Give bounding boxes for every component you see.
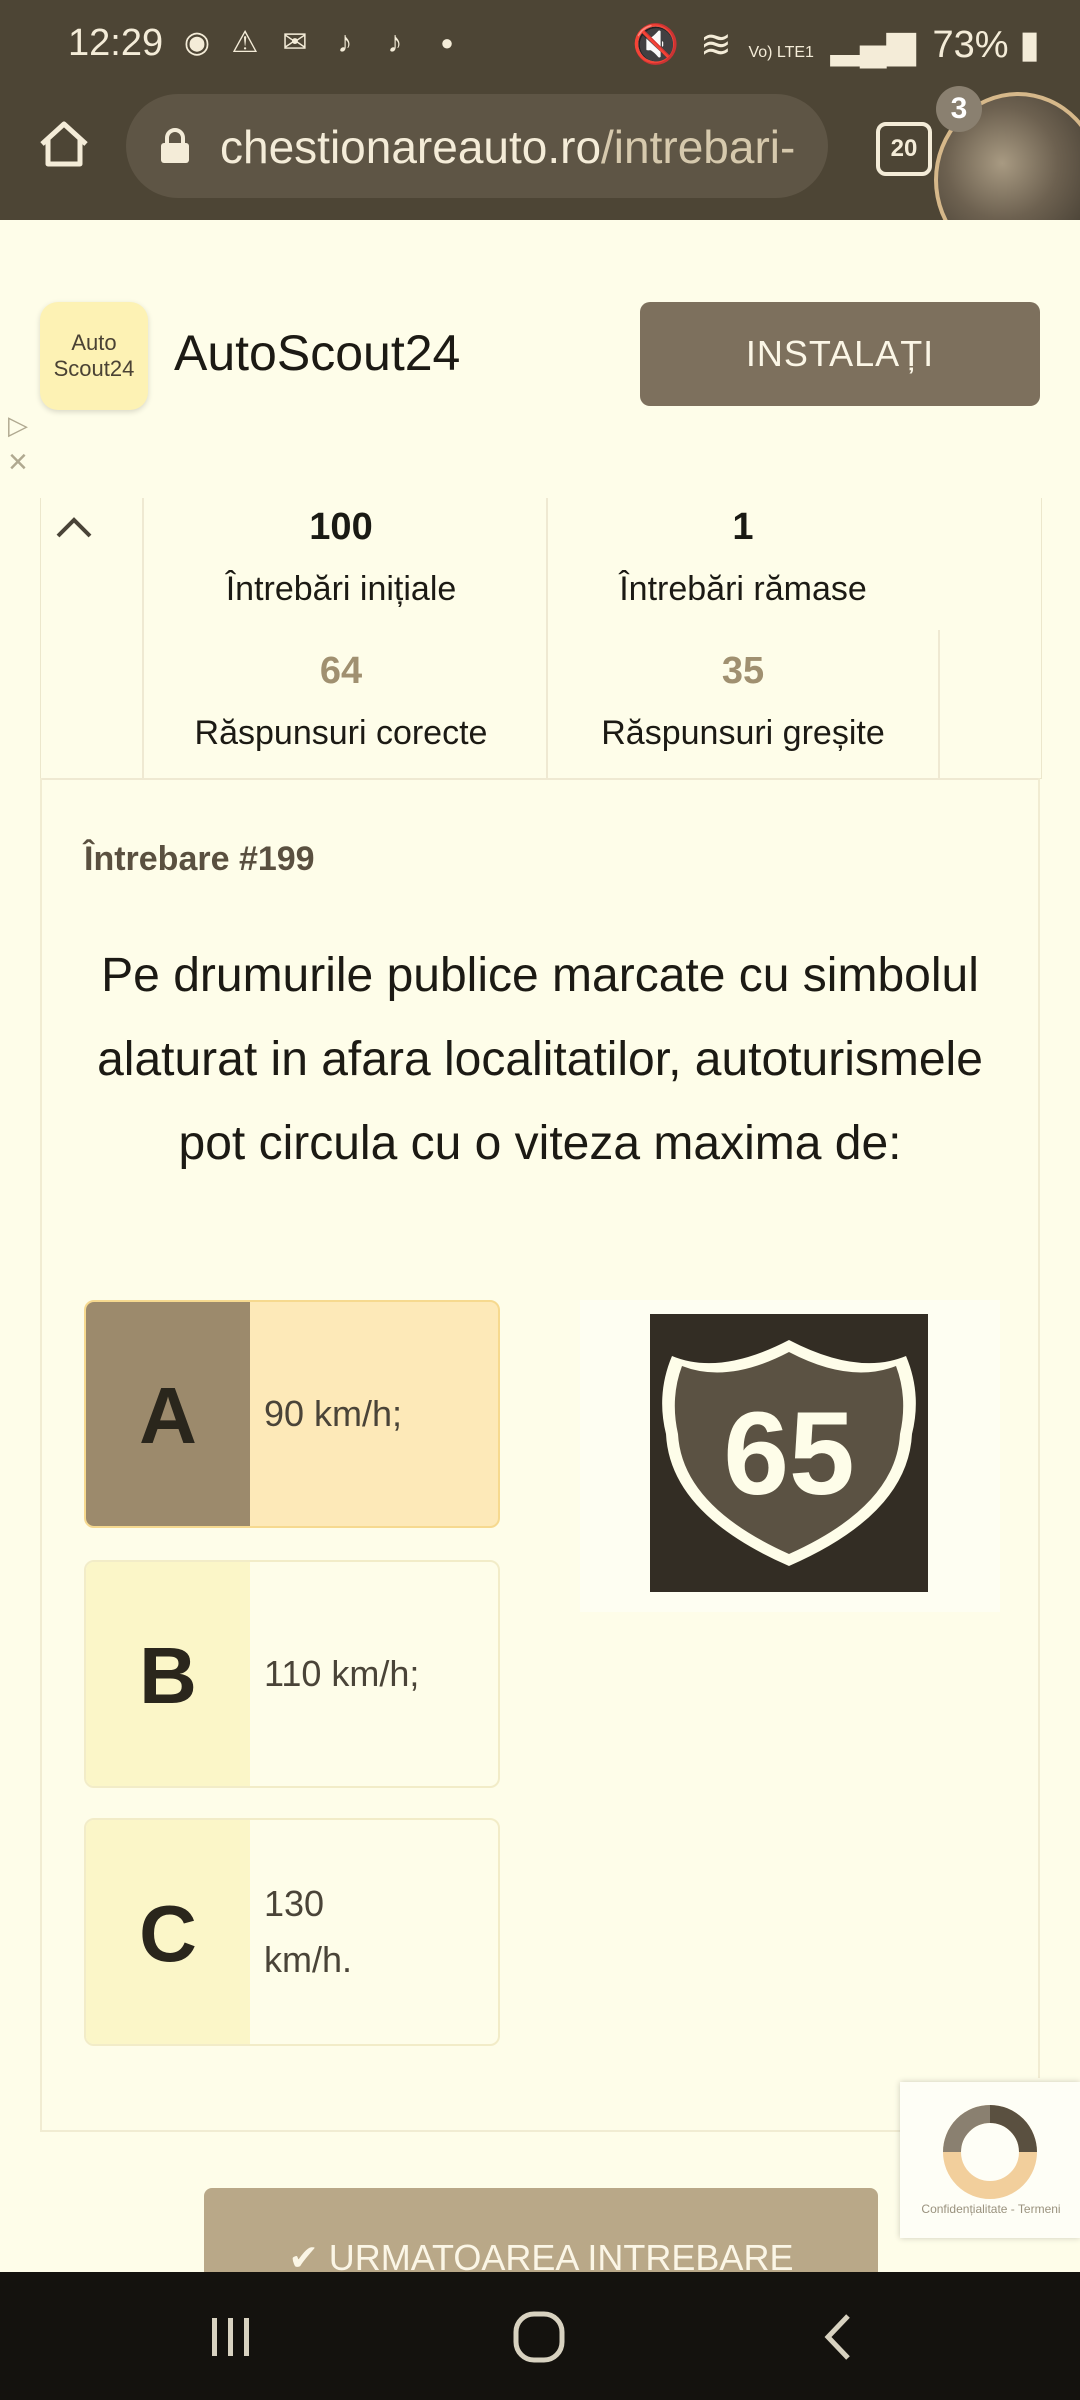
route-sign-image: 65: [650, 1314, 928, 1592]
answer-option-c[interactable]: C 130 km/h.: [84, 1818, 500, 2046]
answer-option-b[interactable]: B 110 km/h;: [84, 1560, 500, 1788]
stats-divider: [938, 630, 940, 778]
stats-divider: [142, 498, 144, 778]
status-time: 12:29: [68, 22, 164, 64]
ad-title[interactable]: AutoScout24: [174, 324, 460, 382]
answer-text: 130 km/h.: [264, 1883, 353, 1980]
answer-option-a[interactable]: A 90 km/h;: [84, 1300, 500, 1528]
question-text: Pe drumurile publice marcate cu simbolul…: [97, 949, 983, 1170]
mute-icon: 🔇: [632, 24, 680, 66]
remaining-questions-value: 1: [732, 506, 754, 548]
shield-icon: 65: [662, 1340, 916, 1566]
home-icon[interactable]: [38, 118, 90, 170]
warning-icon: ⚠: [231, 26, 259, 59]
url-path: /intrebari-: [601, 121, 796, 173]
answer-letter: A: [86, 1302, 250, 1526]
divider: [40, 2130, 1040, 2132]
tab-switcher-button[interactable]: 20: [876, 122, 932, 176]
divider: [40, 778, 1040, 780]
initial-questions-label: Întrebări inițiale: [225, 570, 457, 608]
lock-icon: [161, 128, 189, 163]
sign-number: 65: [723, 1388, 854, 1520]
card-border-left: [40, 778, 42, 2132]
card-border-right: [1038, 778, 1040, 2078]
recorder-icon: ◉: [183, 26, 211, 59]
network-label: Vo) LTE1: [748, 44, 814, 61]
chevron-up-icon[interactable]: [52, 512, 96, 542]
ad-logo-line2: Scout24: [53, 356, 135, 381]
answer-text: 90 km/h;: [264, 1393, 403, 1434]
url-text[interactable]: chestionareauto.ro/intrebari-: [220, 120, 810, 174]
status-right-group: 🔇 ≋ Vo) LTE1 ▂▄▆ 73% ▮: [632, 22, 1040, 67]
answer-letter: B: [86, 1562, 250, 1786]
ad-choices-icon[interactable]: ▷: [8, 410, 36, 440]
battery-icon: ▮: [1019, 24, 1040, 66]
home-nav-icon[interactable]: [508, 2306, 570, 2368]
messenger-icon: ✉: [282, 26, 308, 59]
wrong-answers-label: Răspunsuri greșite: [601, 714, 885, 752]
battery-label: 73%: [932, 24, 1009, 66]
answer-text: 110 km/h;: [264, 1653, 420, 1694]
more-notifications-icon: ●: [440, 30, 454, 55]
ad-logo[interactable]: Auto Scout24: [40, 302, 148, 410]
ad-install-button[interactable]: INSTALAȚI: [640, 302, 1040, 406]
next-question-button[interactable]: ✔ URMATOAREA INTREBARE: [204, 2188, 878, 2284]
answer-letter: C: [86, 1820, 250, 2044]
ad-close-icon[interactable]: ×: [8, 445, 36, 479]
correct-answers-label: Răspunsuri corecte: [194, 714, 488, 752]
remaining-questions-label: Întrebări rămase: [619, 570, 867, 608]
initial-questions-value: 100: [309, 506, 373, 548]
question-number: Întrebare #199: [84, 840, 315, 878]
recaptcha-terms[interactable]: Confidențialitate - Termeni: [906, 2202, 1076, 2216]
avatar-badge: 3: [936, 86, 982, 132]
recaptcha-icon: [943, 2105, 1037, 2199]
tiktok-icon-2: ♪: [387, 26, 403, 59]
wrong-answers-value: 35: [721, 650, 765, 692]
wifi-icon: ≋: [700, 24, 732, 66]
back-icon[interactable]: [818, 2310, 858, 2364]
signal-icon: ▂▄▆: [830, 24, 916, 66]
tiktok-icon: ♪: [337, 26, 353, 59]
recent-apps-icon[interactable]: [206, 2312, 256, 2362]
correct-answers-value: 64: [319, 650, 363, 692]
ad-logo-line1: Auto: [71, 330, 117, 355]
url-host: chestionareauto.ro: [220, 121, 602, 173]
